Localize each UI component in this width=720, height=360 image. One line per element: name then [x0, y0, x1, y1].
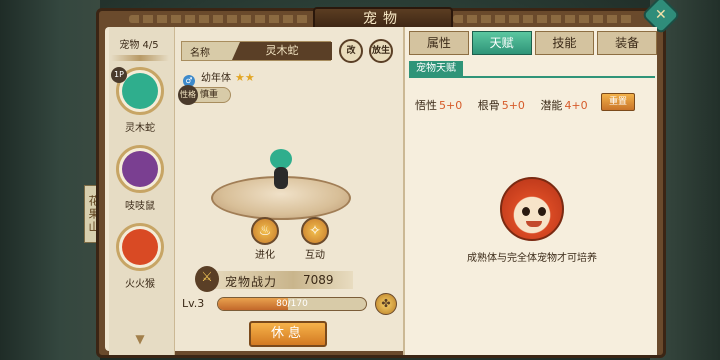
level-label: Lv.3: [182, 297, 205, 310]
title-decoration-right: [453, 15, 633, 23]
trait-tag: 性格 慎重: [178, 85, 231, 105]
avatar[interactable]: [116, 223, 164, 271]
pet-body: [274, 167, 288, 189]
tab-talent[interactable]: 天赋: [471, 31, 532, 55]
detail-panel: 属性 天赋 技能 装备 宠物天赋 悟性 5+0 根骨 5+0 潜能 4+0 重置 成熟…: [403, 27, 657, 355]
mascot-eye: [522, 207, 530, 216]
cultivation-hint: 成熟体与完全体宠物才可培养: [467, 253, 597, 264]
close-icon: ✕: [655, 6, 667, 23]
pet-head: [270, 149, 292, 169]
release-button[interactable]: 放生: [369, 39, 393, 63]
monkey-mascot-icon: [500, 177, 564, 241]
trait-icon: 性格: [178, 85, 198, 105]
background-left: [0, 0, 100, 360]
reset-button[interactable]: 重置: [601, 93, 635, 111]
mascot-mouth: [526, 221, 542, 227]
pet-list-item[interactable]: 吱吱鼠: [113, 145, 167, 219]
rat-pet-icon: [122, 151, 158, 187]
pet-list-item-label: 吱吱鼠: [125, 201, 155, 212]
stat-value: 5+0: [501, 99, 525, 112]
stage-label: 幼年体: [201, 73, 231, 84]
tab-attributes[interactable]: 属性: [409, 31, 469, 55]
pet-name-row: 名称 灵木蛇: [181, 41, 332, 61]
avatar[interactable]: [116, 145, 164, 193]
chevron-down-icon[interactable]: ▼: [127, 332, 153, 346]
trait-label: 慎重: [200, 90, 219, 100]
stat-name: 潜能: [540, 99, 563, 112]
swirl-icon: ✧: [301, 217, 329, 245]
divider: [409, 76, 655, 78]
interact-label: 互动: [305, 250, 325, 261]
pet-window: 宠物 ✕ 宠物 4/5 1P 灵木蛇 吱吱鼠 火火猴 ▼ 名称 灵木蛇 改 放生…: [96, 0, 681, 358]
tab-bar: 属性 天赋 技能 装备: [409, 31, 657, 55]
pet-name: 灵木蛇: [232, 42, 332, 60]
pet-list-item-label: 火火猴: [125, 279, 155, 290]
title-decoration-left: [129, 15, 309, 23]
interact-button[interactable]: ✧ 互动: [295, 217, 335, 261]
flame-icon: ♨: [251, 217, 279, 245]
power-label: 宠物战力: [225, 275, 278, 289]
stat-value: 4+0: [564, 99, 588, 112]
monkey-pet-icon: [122, 229, 158, 265]
pet-model: [266, 149, 296, 193]
stat-name: 悟性: [415, 99, 437, 112]
rest-button[interactable]: 休息: [249, 321, 327, 347]
power-icon: ⚔: [195, 266, 219, 292]
xp-text: 80/170: [276, 299, 308, 309]
pet-list: 宠物 4/5 1P 灵木蛇 吱吱鼠 火火猴 ▼: [109, 27, 175, 355]
snake-pet-icon: [122, 73, 158, 109]
pet-count: 宠物 4/5: [119, 40, 159, 51]
evolve-button[interactable]: ♨ 进化: [245, 217, 285, 261]
level-up-button[interactable]: ✤: [375, 293, 397, 315]
talent-stats: 悟性 5+0 根骨 5+0 潜能 4+0: [415, 97, 600, 113]
pet-stage: ♂ 幼年体 ★★: [183, 69, 255, 87]
pet-list-item[interactable]: 火火猴: [113, 223, 167, 297]
star-rating: ★★: [235, 71, 255, 84]
xp-bar: 80/170: [217, 297, 367, 311]
tab-skills[interactable]: 技能: [534, 31, 595, 55]
badge-1p: 1P: [111, 67, 127, 83]
name-label: 名称: [190, 48, 210, 59]
stat-name: 根骨: [477, 99, 500, 112]
divider: [111, 55, 169, 61]
power-value: 7089: [303, 273, 334, 287]
mascot-eye: [538, 207, 546, 216]
pet-list-item[interactable]: 1P 灵木蛇: [111, 67, 167, 141]
talent-section-label: 宠物天赋: [409, 61, 463, 77]
evolve-label: 进化: [255, 250, 275, 261]
tab-equipment[interactable]: 装备: [597, 31, 657, 55]
stat-value: 5+0: [439, 99, 463, 112]
pet-list-item-label: 灵木蛇: [125, 123, 155, 134]
rename-button[interactable]: 改: [339, 39, 363, 63]
